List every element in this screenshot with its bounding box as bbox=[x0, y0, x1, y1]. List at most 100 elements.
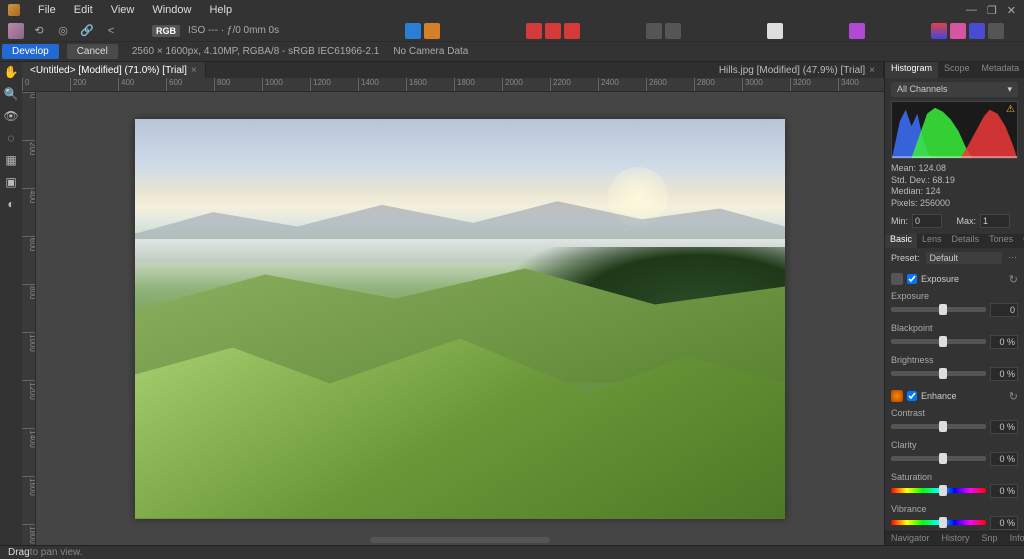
eyedropper-icon[interactable] bbox=[767, 23, 783, 39]
menu-window[interactable]: Window bbox=[152, 4, 191, 16]
enhance-checkbox[interactable] bbox=[907, 391, 917, 401]
slider-thumb[interactable] bbox=[939, 304, 947, 315]
subtab-tones[interactable]: Tones bbox=[984, 234, 1018, 248]
slider-value[interactable]: 0 % bbox=[990, 452, 1018, 466]
menu-view[interactable]: View bbox=[111, 4, 135, 16]
preset-menu-icon[interactable]: ⋯ bbox=[1008, 252, 1018, 263]
slider-thumb[interactable] bbox=[939, 421, 947, 432]
horizontal-scrollbar[interactable] bbox=[370, 537, 550, 543]
reset-icon[interactable]: ↻ bbox=[1009, 273, 1018, 286]
slider-track[interactable] bbox=[891, 307, 986, 312]
swatch2-icon[interactable] bbox=[950, 23, 966, 39]
redeye-tool-icon[interactable]: 👁 bbox=[3, 108, 19, 124]
tab-info[interactable]: Info bbox=[1004, 532, 1024, 545]
slider-value[interactable]: 0 % bbox=[990, 420, 1018, 434]
ruler-tick: 1200 bbox=[310, 78, 331, 92]
tool-square-orange[interactable] bbox=[424, 23, 440, 39]
slider-track[interactable] bbox=[891, 424, 986, 429]
exposure-checkbox[interactable] bbox=[907, 274, 917, 284]
slider-track[interactable] bbox=[891, 488, 986, 493]
ruler-tick: 200 bbox=[70, 78, 86, 92]
hand-tool-icon[interactable]: ✋ bbox=[3, 64, 19, 80]
develop-button[interactable]: Develop bbox=[2, 44, 59, 59]
rotate-tool-icon[interactable] bbox=[545, 23, 561, 39]
canvas[interactable] bbox=[36, 92, 884, 545]
document-image[interactable] bbox=[135, 119, 785, 519]
link-icon[interactable]: 🔗 bbox=[78, 23, 96, 39]
slider-track[interactable] bbox=[891, 339, 986, 344]
slider-value[interactable]: 0 % bbox=[990, 367, 1018, 381]
slider-thumb[interactable] bbox=[939, 485, 947, 496]
whitebalance-tool-icon[interactable]: ◐ bbox=[3, 196, 19, 212]
slider-track[interactable] bbox=[891, 371, 986, 376]
window-maximize-button[interactable]: ❐ bbox=[987, 4, 997, 17]
aperture-icon[interactable]: ◎ bbox=[54, 23, 72, 39]
tab-histogram[interactable]: Histogram bbox=[885, 62, 938, 78]
zoom-tool-icon[interactable]: 🔍 bbox=[3, 86, 19, 102]
window-minimize-button[interactable]: — bbox=[966, 4, 977, 17]
slider-thumb[interactable] bbox=[939, 453, 947, 464]
ruler-tick: 2400 bbox=[598, 78, 619, 92]
reset-icon[interactable]: ↻ bbox=[1009, 390, 1018, 403]
slider-track[interactable] bbox=[891, 456, 986, 461]
swatch4-icon[interactable] bbox=[988, 23, 1004, 39]
min-input[interactable] bbox=[912, 214, 942, 228]
subtab-lens[interactable]: Lens bbox=[917, 234, 947, 248]
preset-dropdown[interactable]: Default bbox=[926, 252, 1002, 264]
tab-snp[interactable]: Snp bbox=[976, 532, 1004, 545]
subtab-overlays[interactable]: Overlays bbox=[1018, 234, 1024, 248]
swatch1-icon[interactable] bbox=[931, 23, 947, 39]
slider-thumb[interactable] bbox=[939, 517, 947, 528]
adjustment-icon[interactable] bbox=[849, 23, 865, 39]
slider-thumb[interactable] bbox=[939, 368, 947, 379]
swatch3-icon[interactable] bbox=[969, 23, 985, 39]
exposure-section-header[interactable]: Exposure ↻ bbox=[891, 270, 1018, 289]
slider-label: Exposure bbox=[891, 291, 1018, 301]
ruler-tick: 800 bbox=[22, 284, 36, 299]
grid-right-icon[interactable] bbox=[665, 23, 681, 39]
window-close-button[interactable]: ✕ bbox=[1007, 4, 1016, 17]
slider-value[interactable]: 0 bbox=[990, 303, 1018, 317]
tab-metadata[interactable]: Metadata bbox=[976, 62, 1024, 78]
photo-persona-icon[interactable] bbox=[8, 23, 24, 39]
slider-value[interactable]: 0 % bbox=[990, 335, 1018, 349]
ruler-tick: 1000 bbox=[22, 332, 36, 352]
enhance-section-header[interactable]: Enhance ↻ bbox=[891, 387, 1018, 406]
doc-tab-hills[interactable]: Hills.jpg [Modified] (47.9%) [Trial] × bbox=[711, 62, 884, 78]
tab-history[interactable]: History bbox=[936, 532, 976, 545]
slider-saturation: Saturation0 % bbox=[891, 472, 1018, 498]
flip-tool-icon[interactable] bbox=[564, 23, 580, 39]
doc-tab-untitled[interactable]: <Untitled> [Modified] (71.0%) [Trial] × bbox=[22, 62, 206, 78]
grid-left-icon[interactable] bbox=[646, 23, 662, 39]
crop-tool-icon[interactable] bbox=[526, 23, 542, 39]
ruler-tick: 2600 bbox=[646, 78, 667, 92]
menu-file[interactable]: File bbox=[38, 4, 56, 16]
slider-value[interactable]: 0 % bbox=[990, 516, 1018, 530]
channel-dropdown[interactable]: All Channels ▾ bbox=[891, 82, 1018, 97]
tab-navigator[interactable]: Navigator bbox=[885, 532, 936, 545]
overlay-tool-icon[interactable]: ▦ bbox=[3, 152, 19, 168]
blemish-tool-icon[interactable]: ◌ bbox=[3, 130, 19, 146]
subtab-basic[interactable]: Basic bbox=[885, 234, 917, 248]
chevron-down-icon: ▾ bbox=[1007, 84, 1012, 95]
slider-thumb[interactable] bbox=[939, 336, 947, 347]
ruler-tick: 600 bbox=[166, 78, 182, 92]
close-icon[interactable]: × bbox=[869, 65, 875, 76]
max-input[interactable] bbox=[980, 214, 1010, 228]
refresh-icon[interactable]: ⟲ bbox=[30, 23, 48, 39]
subtab-details[interactable]: Details bbox=[947, 234, 985, 248]
enhance-title: Enhance bbox=[921, 391, 957, 401]
ruler-tick: 400 bbox=[118, 78, 134, 92]
crop-left-tool-icon[interactable]: ▣ bbox=[3, 174, 19, 190]
slider-value[interactable]: 0 % bbox=[990, 484, 1018, 498]
tool-square-blue[interactable] bbox=[405, 23, 421, 39]
cancel-button[interactable]: Cancel bbox=[67, 44, 118, 59]
close-icon[interactable]: × bbox=[191, 65, 197, 76]
share-icon[interactable]: < bbox=[102, 23, 120, 39]
menu-help[interactable]: Help bbox=[209, 4, 232, 16]
tab-scope[interactable]: Scope bbox=[938, 62, 976, 78]
slider-blackpoint: Blackpoint0 % bbox=[891, 323, 1018, 349]
menu-edit[interactable]: Edit bbox=[74, 4, 93, 16]
ruler-tick: 0 bbox=[22, 78, 29, 92]
slider-track[interactable] bbox=[891, 520, 986, 525]
